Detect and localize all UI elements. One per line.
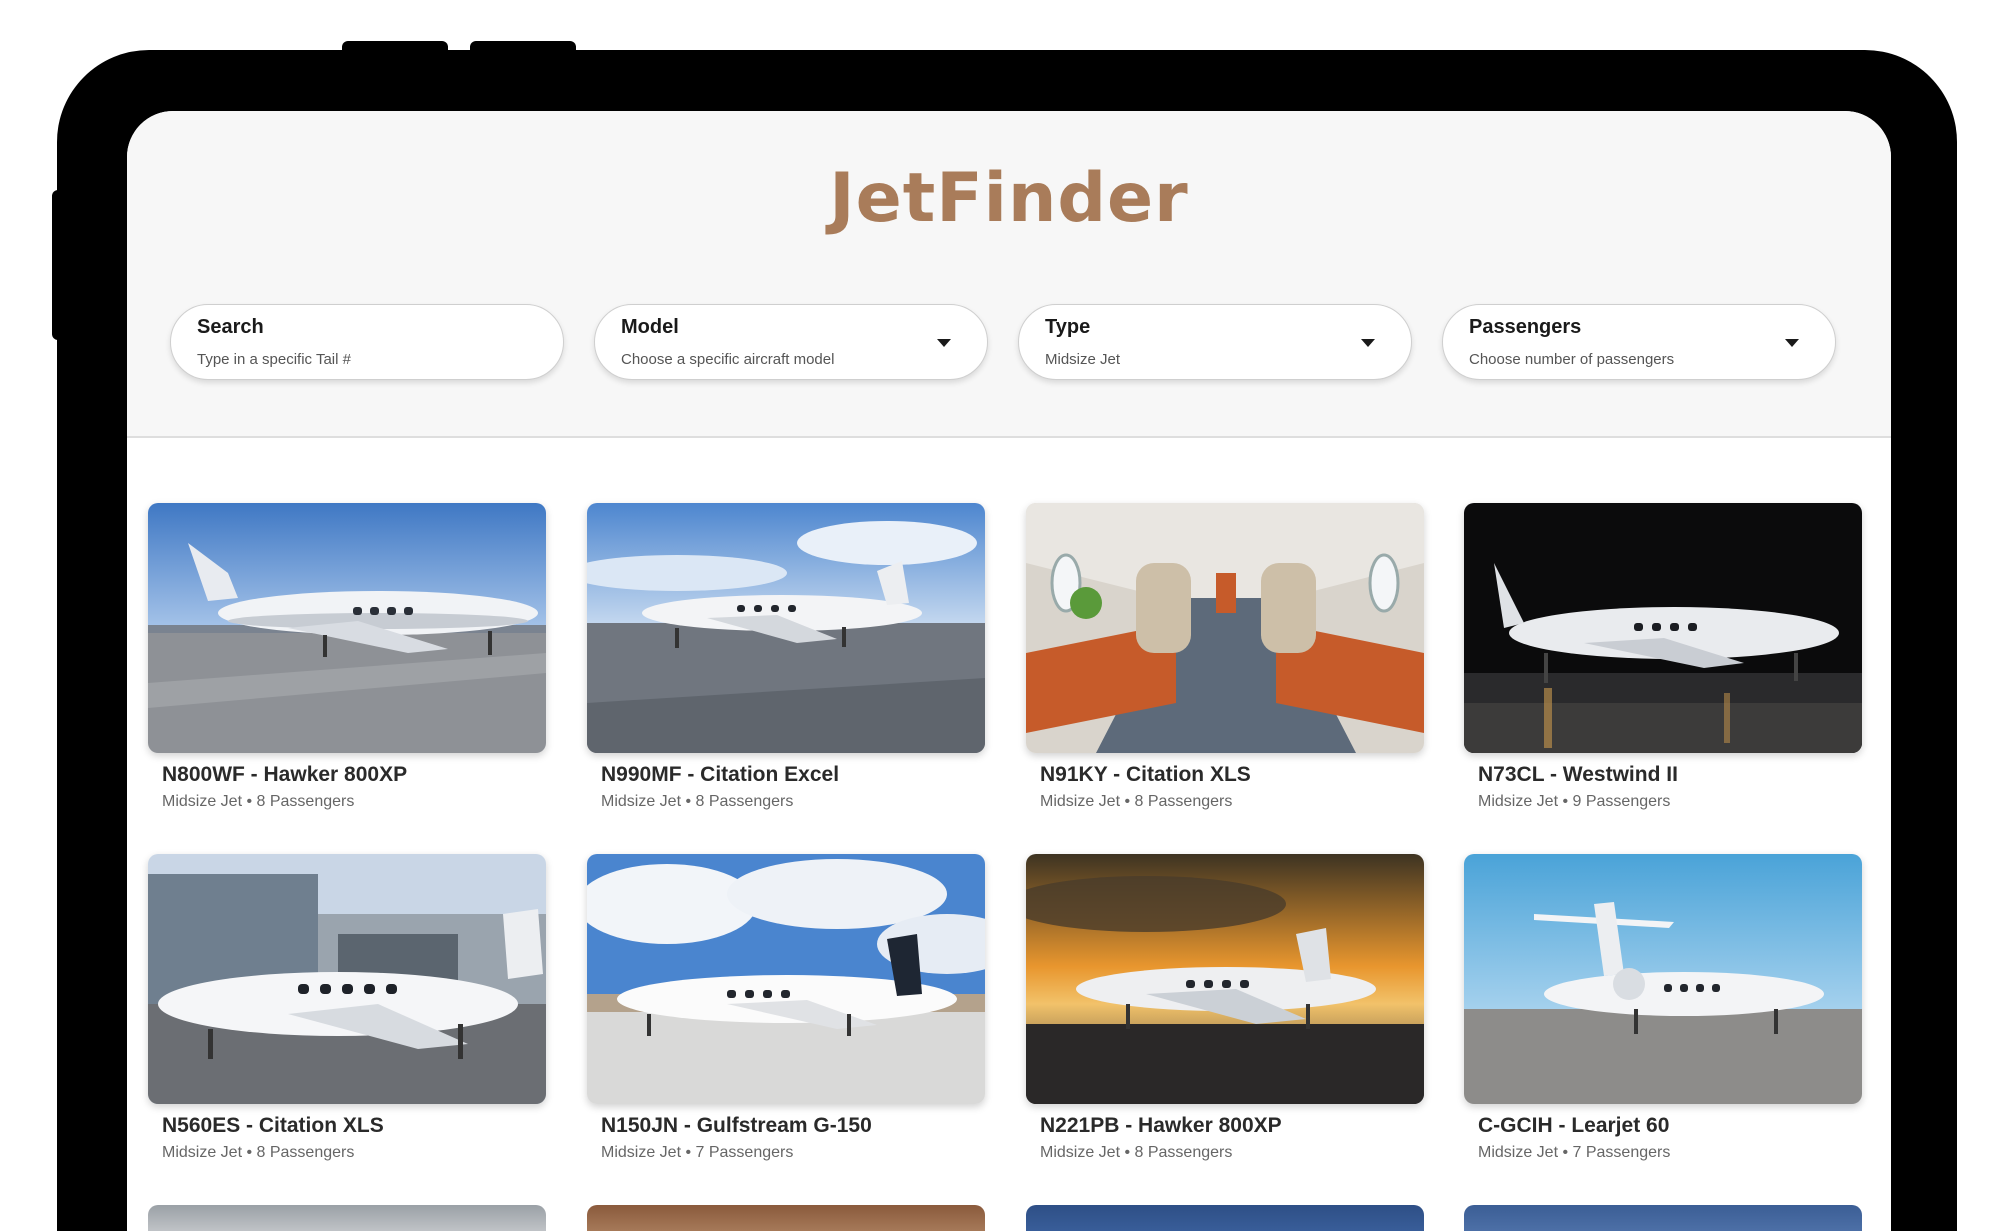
jet-title[interactable]: N800WF - Hawker 800XP xyxy=(162,763,546,787)
jet-card[interactable]: N990MF - Citation Excel Midsize Jet • 8 … xyxy=(587,503,985,811)
jet-card[interactable]: N150JN - Gulfstream G-150 Midsize Jet • … xyxy=(587,854,985,1162)
search-placeholder: Type in a specific Tail # xyxy=(197,351,351,368)
app-logo: JetFinder xyxy=(829,159,1189,238)
jet-details: Midsize Jet • 7 Passengers xyxy=(601,1144,794,1161)
jet-card[interactable]: N221PB - Hawker 800XP Midsize Jet • 8 Pa… xyxy=(1026,854,1424,1162)
type-select[interactable]: Type Midsize Jet xyxy=(1018,304,1412,380)
jet-card-partial[interactable] xyxy=(1464,1205,1862,1231)
jet-title[interactable]: N73CL - Westwind II xyxy=(1478,763,1862,787)
jet-night-image xyxy=(1464,503,1862,753)
jet-title[interactable]: N150JN - Gulfstream G-150 xyxy=(601,1114,985,1138)
passengers-value: Choose number of passengers xyxy=(1469,351,1675,368)
jet-on-runway-image xyxy=(148,503,546,753)
jet-photo[interactable] xyxy=(1464,503,1862,753)
jet-card-partial[interactable] xyxy=(1026,1205,1424,1231)
jet-title[interactable]: N91KY - Citation XLS xyxy=(1040,763,1424,787)
passengers-label: Passengers xyxy=(1469,316,1582,338)
jet-clear-sky-image xyxy=(1464,854,1862,1104)
jet-details: Midsize Jet • 8 Passengers xyxy=(1040,1144,1233,1161)
jet-photo[interactable] xyxy=(1464,854,1862,1104)
jet-card[interactable]: N73CL - Westwind II Midsize Jet • 9 Pass… xyxy=(1464,503,1862,811)
jet-title[interactable]: N221PB - Hawker 800XP xyxy=(1040,1114,1424,1138)
jet-bright-clouds-image xyxy=(587,854,985,1104)
jet-title[interactable]: N990MF - Citation Excel xyxy=(601,763,985,787)
jet-photo[interactable] xyxy=(587,854,985,1104)
cabin-interior-image xyxy=(1026,503,1424,753)
jet-card[interactable]: N91KY - Citation XLS Midsize Jet • 8 Pas… xyxy=(1026,503,1424,811)
jet-photo[interactable] xyxy=(1026,854,1424,1104)
jet-details: Midsize Jet • 8 Passengers xyxy=(1040,793,1233,810)
jet-title[interactable]: N560ES - Citation XLS xyxy=(162,1114,546,1138)
jet-card-partial[interactable] xyxy=(148,1205,546,1231)
chevron-down-icon[interactable] xyxy=(1785,339,1799,347)
jet-details: Midsize Jet • 8 Passengers xyxy=(162,1144,355,1161)
jet-title[interactable]: C-GCIH - Learjet 60 xyxy=(1478,1114,1862,1138)
passengers-select[interactable]: Passengers Choose number of passengers xyxy=(1442,304,1836,380)
model-label: Model xyxy=(621,316,679,338)
jet-cloudy-tarmac-image xyxy=(587,503,985,753)
chevron-down-icon[interactable] xyxy=(937,339,951,347)
jet-details: Midsize Jet • 7 Passengers xyxy=(1478,1144,1671,1161)
jet-details: Midsize Jet • 9 Passengers xyxy=(1478,793,1671,810)
type-label: Type xyxy=(1045,316,1091,338)
header: JetFinder Search Type in a specific Tail… xyxy=(127,111,1891,438)
chevron-down-icon[interactable] xyxy=(1361,339,1375,347)
type-value: Midsize Jet xyxy=(1045,351,1121,368)
jet-card[interactable]: C-GCIH - Learjet 60 Midsize Jet • 7 Pass… xyxy=(1464,854,1862,1162)
jet-card-partial[interactable] xyxy=(587,1205,985,1231)
model-select[interactable]: Model Choose a specific aircraft model xyxy=(594,304,988,380)
model-value: Choose a specific aircraft model xyxy=(621,351,835,368)
jet-details: Midsize Jet • 8 Passengers xyxy=(601,793,794,810)
jet-photo[interactable] xyxy=(148,854,546,1104)
jet-hangar-image xyxy=(148,854,546,1104)
jet-details: Midsize Jet • 8 Passengers xyxy=(162,793,355,810)
jet-card[interactable]: N800WF - Hawker 800XP Midsize Jet • 8 Pa… xyxy=(148,503,546,811)
search-field[interactable]: Search Type in a specific Tail # xyxy=(170,304,564,380)
jet-card[interactable]: N560ES - Citation XLS Midsize Jet • 8 Pa… xyxy=(148,854,546,1162)
jet-photo[interactable] xyxy=(587,503,985,753)
search-label: Search xyxy=(197,316,264,338)
jet-sunset-image xyxy=(1026,854,1424,1104)
app-screen: JetFinder Search Type in a specific Tail… xyxy=(127,111,1891,1231)
jet-photo[interactable] xyxy=(1026,503,1424,753)
jet-photo[interactable] xyxy=(148,503,546,753)
